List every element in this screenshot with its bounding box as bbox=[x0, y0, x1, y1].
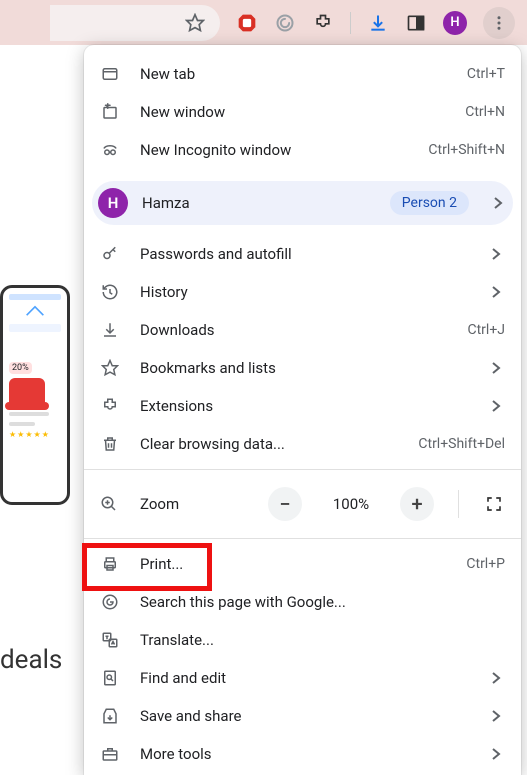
new-tab-icon bbox=[100, 65, 120, 83]
product-thumb bbox=[9, 378, 45, 406]
chevron-right-icon bbox=[491, 362, 505, 374]
star-outline-icon bbox=[100, 359, 120, 377]
menu-label: Passwords and autofill bbox=[140, 245, 471, 263]
profile-avatar-toolbar[interactable]: H bbox=[443, 11, 467, 35]
chrome-menu-button[interactable] bbox=[483, 7, 515, 39]
puzzle-icon bbox=[100, 397, 120, 415]
zoom-value: 100% bbox=[322, 495, 380, 513]
chevron-right-icon bbox=[491, 248, 505, 260]
fullscreen-button[interactable] bbox=[483, 495, 505, 513]
chevron-right-icon bbox=[491, 748, 505, 760]
page-heading-fragment: deals bbox=[0, 645, 62, 675]
profile-avatar: H bbox=[98, 188, 128, 218]
menu-label: More tools bbox=[140, 745, 471, 763]
menu-item-find[interactable]: Find and edit bbox=[84, 659, 521, 697]
menu-shortcut: Ctrl+Shift+Del bbox=[418, 436, 505, 452]
save-icon bbox=[100, 707, 120, 725]
incognito-icon bbox=[100, 141, 120, 159]
menu-shortcut: Ctrl+T bbox=[467, 66, 505, 82]
extensions-icon[interactable] bbox=[312, 12, 334, 34]
menu-item-bookmarks[interactable]: Bookmarks and lists bbox=[84, 349, 521, 387]
refresh-ext-icon[interactable] bbox=[274, 12, 296, 34]
trash-icon bbox=[100, 435, 120, 453]
menu-item-save-share[interactable]: Save and share bbox=[84, 697, 521, 735]
menu-item-translate[interactable]: Translate... bbox=[84, 621, 521, 659]
profile-badge: Person 2 bbox=[390, 191, 469, 215]
history-icon bbox=[100, 283, 120, 301]
chevron-right-icon bbox=[491, 286, 505, 298]
menu-label: Translate... bbox=[140, 631, 505, 649]
promo-phone-mock: 20% ★★★★★ bbox=[0, 285, 70, 505]
menu-item-search-google[interactable]: Search this page with Google... bbox=[84, 583, 521, 621]
zoom-out-button[interactable]: − bbox=[268, 487, 302, 521]
key-icon bbox=[100, 245, 120, 263]
menu-divider bbox=[84, 538, 521, 539]
menu-item-more-tools[interactable]: More tools bbox=[84, 735, 521, 773]
toolbox-icon bbox=[100, 745, 120, 763]
chevron-right-icon bbox=[493, 197, 503, 209]
menu-shortcut: Ctrl+Shift+N bbox=[428, 142, 505, 158]
google-icon bbox=[100, 593, 120, 611]
menu-item-print[interactable]: Print... Ctrl+P bbox=[84, 545, 521, 583]
chevron-right-icon bbox=[491, 672, 505, 684]
menu-item-zoom: Zoom − 100% + bbox=[84, 476, 521, 532]
menu-label: New window bbox=[140, 103, 445, 121]
menu-label: Downloads bbox=[140, 321, 447, 339]
profile-name: Hamza bbox=[142, 194, 376, 212]
menu-item-incognito[interactable]: New Incognito window Ctrl+Shift+N bbox=[84, 131, 521, 169]
menu-shortcut: Ctrl+P bbox=[466, 556, 505, 572]
translate-icon bbox=[100, 631, 120, 649]
zoom-icon bbox=[100, 495, 120, 513]
sidepanel-icon[interactable] bbox=[405, 12, 427, 34]
menu-label: Find and edit bbox=[140, 669, 471, 687]
menu-label: Print... bbox=[140, 555, 446, 573]
chrome-menu: New tab Ctrl+T New window Ctrl+N New Inc… bbox=[84, 45, 521, 775]
zoom-separator bbox=[458, 490, 459, 518]
menu-label: Search this page with Google... bbox=[140, 593, 505, 611]
browser-toolbar: H bbox=[0, 0, 527, 45]
menu-divider bbox=[84, 469, 521, 470]
print-icon bbox=[100, 555, 120, 573]
menu-label: Save and share bbox=[140, 707, 471, 725]
chevron-right-icon bbox=[491, 710, 505, 722]
find-icon bbox=[100, 669, 120, 687]
menu-label: New tab bbox=[140, 65, 447, 83]
menu-label: Extensions bbox=[140, 397, 471, 415]
chevron-right-icon bbox=[491, 400, 505, 412]
star-icon[interactable] bbox=[184, 12, 206, 34]
adblock-icon[interactable] bbox=[236, 12, 258, 34]
toolbar-separator bbox=[350, 12, 351, 34]
menu-item-downloads[interactable]: Downloads Ctrl+J bbox=[84, 311, 521, 349]
menu-item-new-window[interactable]: New window Ctrl+N bbox=[84, 93, 521, 131]
discount-badge: 20% bbox=[9, 362, 32, 374]
menu-label: Clear browsing data... bbox=[140, 435, 398, 453]
menu-item-history[interactable]: History bbox=[84, 273, 521, 311]
menu-label: Bookmarks and lists bbox=[140, 359, 471, 377]
download-icon bbox=[100, 321, 120, 339]
menu-item-extensions[interactable]: Extensions bbox=[84, 387, 521, 425]
menu-item-passwords[interactable]: Passwords and autofill bbox=[84, 235, 521, 273]
omnibox-end bbox=[50, 5, 220, 41]
new-window-icon bbox=[100, 103, 120, 121]
downloads-toolbar-icon[interactable] bbox=[367, 12, 389, 34]
menu-shortcut: Ctrl+N bbox=[465, 104, 505, 120]
menu-item-profile[interactable]: H Hamza Person 2 bbox=[92, 181, 513, 225]
menu-item-new-tab[interactable]: New tab Ctrl+T bbox=[84, 55, 521, 93]
menu-label: New Incognito window bbox=[140, 141, 408, 159]
menu-item-clear-data[interactable]: Clear browsing data... Ctrl+Shift+Del bbox=[84, 425, 521, 463]
menu-label: History bbox=[140, 283, 471, 301]
zoom-label: Zoom bbox=[140, 495, 248, 513]
zoom-in-button[interactable]: + bbox=[400, 487, 434, 521]
menu-shortcut: Ctrl+J bbox=[467, 322, 505, 338]
